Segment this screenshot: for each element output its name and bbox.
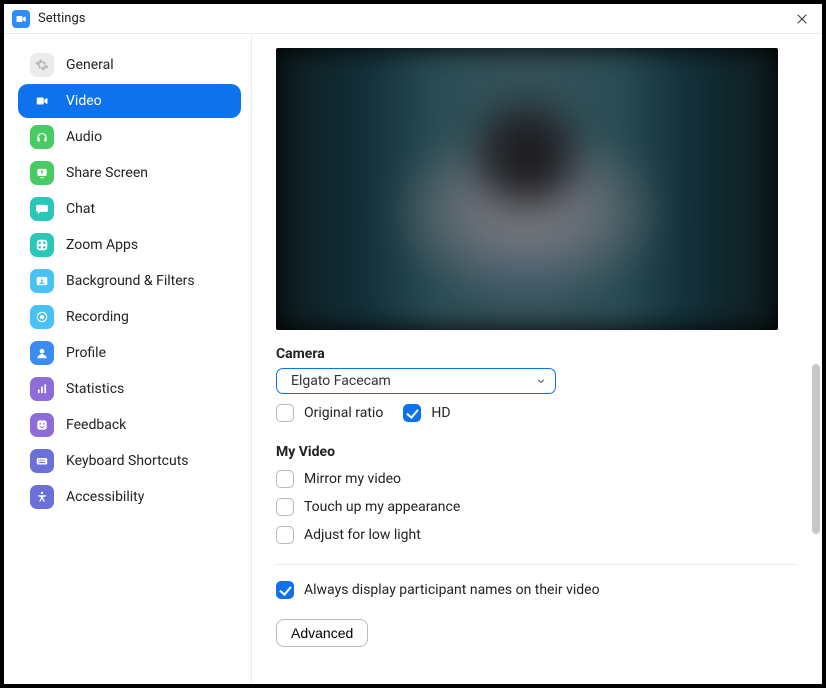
content-inner: Camera Elgato Facecam Original ratio HD bbox=[276, 48, 796, 647]
sidebar-item-audio[interactable]: Audio bbox=[18, 120, 241, 154]
sidebar-item-label: Share Screen bbox=[66, 165, 148, 181]
hd-checkbox[interactable] bbox=[403, 404, 421, 422]
titlebar: Settings bbox=[4, 4, 822, 34]
sidebar-item-label: Zoom Apps bbox=[66, 237, 138, 253]
sidebar-item-apps[interactable]: Zoom Apps bbox=[18, 228, 241, 262]
camera-options-row: Original ratio HD bbox=[276, 404, 796, 422]
lowlight-checkbox[interactable] bbox=[276, 526, 294, 544]
sidebar-item-share[interactable]: Share Screen bbox=[18, 156, 241, 190]
chevron-down-icon bbox=[535, 375, 547, 387]
close-icon bbox=[795, 12, 809, 26]
original-ratio-label: Original ratio bbox=[304, 405, 383, 421]
sidebar-item-recording[interactable]: Recording bbox=[18, 300, 241, 334]
feedback-icon bbox=[30, 413, 54, 437]
sidebar-item-label: General bbox=[66, 57, 114, 73]
camera-select[interactable]: Elgato Facecam bbox=[276, 368, 556, 394]
title-left: Settings bbox=[12, 10, 85, 28]
sidebar-item-a11y[interactable]: Accessibility bbox=[18, 480, 241, 514]
divider bbox=[276, 564, 796, 565]
sidebar-item-label: Profile bbox=[66, 345, 106, 361]
sidebar-item-label: Statistics bbox=[66, 381, 124, 397]
sidebar-item-stats[interactable]: Statistics bbox=[18, 372, 241, 406]
sidebar-item-label: Audio bbox=[66, 129, 102, 145]
sidebar-item-shortcuts[interactable]: Keyboard Shortcuts bbox=[18, 444, 241, 478]
app-icon bbox=[12, 10, 30, 28]
sidebar-item-label: Background & Filters bbox=[66, 273, 195, 289]
settings-window: Settings General Video Audio Share Screen Ch… bbox=[4, 4, 822, 684]
display-names-option[interactable]: Always display participant names on thei… bbox=[276, 581, 796, 599]
scrollbar-thumb[interactable] bbox=[812, 364, 820, 534]
record-icon bbox=[30, 305, 54, 329]
sidebar-item-chat[interactable]: Chat bbox=[18, 192, 241, 226]
apps-icon bbox=[30, 233, 54, 257]
chat-icon bbox=[30, 197, 54, 221]
original-ratio-checkbox[interactable] bbox=[276, 404, 294, 422]
sidebar-item-profile[interactable]: Profile bbox=[18, 336, 241, 370]
mirror-checkbox[interactable] bbox=[276, 470, 294, 488]
headphones-icon bbox=[30, 125, 54, 149]
touchup-label: Touch up my appearance bbox=[304, 499, 460, 515]
accessibility-icon bbox=[30, 485, 54, 509]
gear-icon bbox=[30, 53, 54, 77]
lowlight-label: Adjust for low light bbox=[304, 527, 421, 543]
profile-icon bbox=[30, 341, 54, 365]
mirror-option[interactable]: Mirror my video bbox=[276, 470, 796, 488]
display-names-label: Always display participant names on thei… bbox=[304, 582, 600, 598]
sidebar-item-general[interactable]: General bbox=[18, 48, 241, 82]
video-preview-frame bbox=[276, 48, 778, 330]
sidebar-item-video[interactable]: Video bbox=[18, 84, 241, 118]
my-video-section-title: My Video bbox=[276, 444, 796, 460]
camera-section-title: Camera bbox=[276, 346, 796, 362]
share-icon bbox=[30, 161, 54, 185]
sidebar-item-bgfilters[interactable]: Background & Filters bbox=[18, 264, 241, 298]
sidebar-item-label: Keyboard Shortcuts bbox=[66, 453, 189, 469]
touchup-option[interactable]: Touch up my appearance bbox=[276, 498, 796, 516]
sidebar: General Video Audio Share Screen Chat Zoom Ap… bbox=[4, 34, 252, 684]
stats-icon bbox=[30, 377, 54, 401]
window-title: Settings bbox=[38, 11, 85, 26]
touchup-checkbox[interactable] bbox=[276, 498, 294, 516]
hd-option[interactable]: HD bbox=[403, 404, 450, 422]
camera-selected-value: Elgato Facecam bbox=[291, 373, 391, 389]
sidebar-item-label: Feedback bbox=[66, 417, 126, 433]
original-ratio-option[interactable]: Original ratio bbox=[276, 404, 383, 422]
video-icon bbox=[30, 89, 54, 113]
close-button[interactable] bbox=[790, 7, 814, 31]
keyboard-icon bbox=[30, 449, 54, 473]
hd-label: HD bbox=[431, 405, 450, 421]
video-preview bbox=[276, 48, 778, 330]
advanced-button[interactable]: Advanced bbox=[276, 619, 368, 647]
sidebar-item-label: Accessibility bbox=[66, 489, 144, 505]
sidebar-item-feedback[interactable]: Feedback bbox=[18, 408, 241, 442]
mirror-label: Mirror my video bbox=[304, 471, 401, 487]
sidebar-item-label: Chat bbox=[66, 201, 95, 217]
sidebar-item-label: Recording bbox=[66, 309, 129, 325]
body: General Video Audio Share Screen Chat Zoom Ap… bbox=[4, 34, 822, 684]
sidebar-item-label: Video bbox=[66, 93, 102, 109]
lowlight-option[interactable]: Adjust for low light bbox=[276, 526, 796, 544]
content: Camera Elgato Facecam Original ratio HD bbox=[252, 34, 822, 684]
display-names-checkbox[interactable] bbox=[276, 581, 294, 599]
background-icon bbox=[30, 269, 54, 293]
